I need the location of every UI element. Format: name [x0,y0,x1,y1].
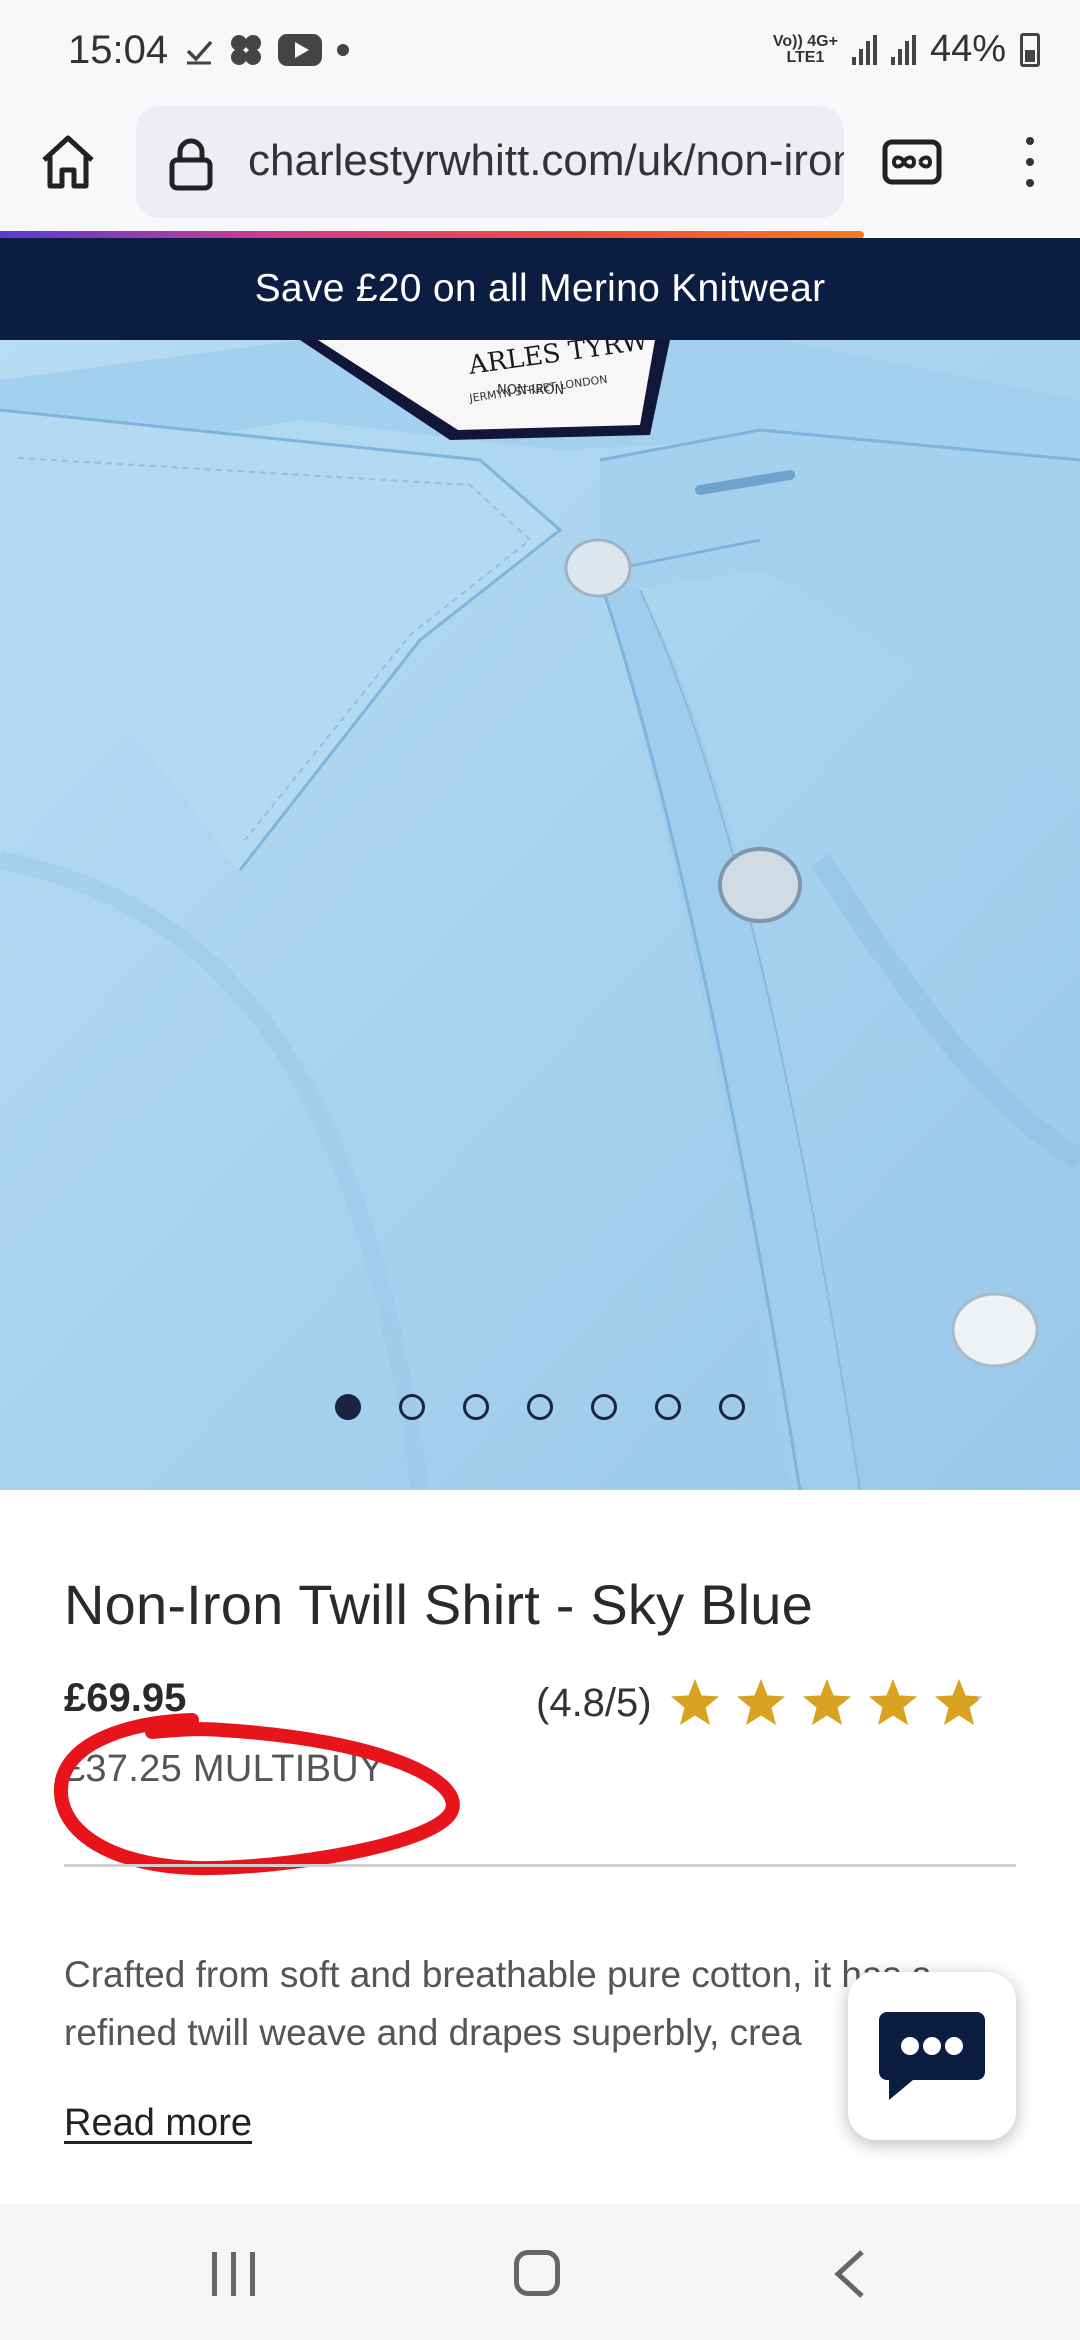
read-more-link[interactable]: Read more [64,2102,252,2145]
flower-app-icon [231,35,261,65]
chat-icon [879,2012,985,2100]
youtube-icon [278,34,322,66]
carousel-dot-2[interactable] [399,1394,425,1420]
carousel-dot-3[interactable] [463,1394,489,1420]
star-icon [802,1679,851,1725]
star-icon [670,1679,719,1725]
multibuy-price: £37.25 MULTIBUY [64,1748,385,1790]
signal-icon [851,34,877,65]
reader-mode-button[interactable] [880,130,944,194]
home-icon [42,135,94,189]
address-bar[interactable]: charlestyrwhitt.com/uk/non-iron-twill-sh… [136,106,844,218]
reader-mode-icon [882,139,942,185]
carousel-dot-7[interactable] [719,1394,745,1420]
url-text: charlestyrwhitt.com/uk/non-iron-twill-sh… [248,136,844,185]
rating-text: (4.8/5) [536,1680,652,1725]
back-icon[interactable] [826,2248,874,2300]
browser-toolbar: charlestyrwhitt.com/uk/non-iron-twill-sh… [0,100,1080,239]
check-icon [186,40,213,65]
red-circle-annotation [53,1713,460,1876]
promo-text: Save £20 on all Merino Knitwear [254,267,826,310]
product-rating[interactable]: (4.8/5) [536,1676,986,1730]
lock-icon [169,138,213,191]
product-price: £69.95 [64,1676,187,1720]
carousel-dot-5[interactable] [591,1394,617,1420]
carousel-dots [0,1394,1080,1420]
chat-button[interactable] [848,1972,1016,2140]
label-non-iron: NON-IRON [497,383,564,398]
more-vert-icon[interactable] [1012,130,1048,194]
star-icon [934,1679,983,1725]
home-button[interactable] [30,124,106,200]
star-icon [736,1679,785,1725]
product-description: Crafted from soft and breathable pure co… [64,1954,932,2053]
dot-icon [337,44,349,56]
carousel-dot-6[interactable] [655,1394,681,1420]
shirt-photo: ARLES TYRW JERMYN STREET LONDON NON-IRON [0,340,1080,1490]
promo-banner[interactable]: Save £20 on all Merino Knitwear [0,238,1080,340]
divider [64,1864,1016,1867]
home-nav-button[interactable] [514,2250,560,2296]
battery-percent: 44% [929,28,1006,70]
status-time: 15:04 [68,28,169,72]
rating-stars [668,1676,986,1730]
system-nav-bar [0,2204,1080,2340]
battery-icon [1020,32,1040,67]
product-title: Non-Iron Twill Shirt - Sky Blue [64,1573,813,1636]
notification-icons [184,32,350,68]
status-bar: 15:04 Vo)) 4G+ LTE1 44% [0,0,1080,100]
product-image-carousel[interactable]: ARLES TYRW JERMYN STREET LONDON NON-IRON [0,340,1080,1490]
recents-button[interactable] [212,2252,255,2296]
star-icon [868,1679,917,1725]
network-type: Vo)) 4G+ LTE1 [772,32,838,66]
signal-icon-2 [890,34,916,65]
system-icons: Vo)) 4G+ LTE1 44% [773,28,1040,71]
carousel-dot-4[interactable] [527,1394,553,1420]
carousel-dot-1[interactable] [335,1394,361,1420]
